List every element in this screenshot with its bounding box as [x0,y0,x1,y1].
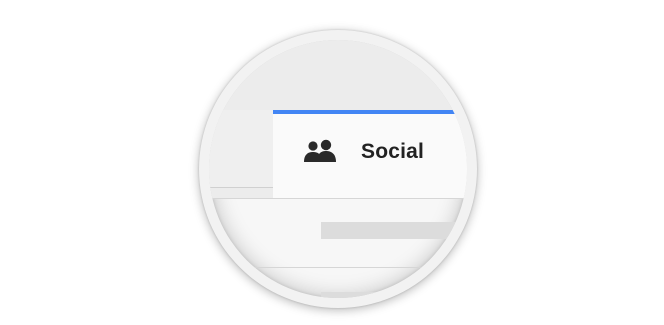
tab-social-label: Social [361,140,425,163]
list-item-placeholder [321,292,467,298]
screenshot-canvas: Social [0,0,664,325]
list-item-placeholder [321,222,467,239]
people-icon [304,139,336,162]
magnifier-ring: Social [199,30,477,308]
tab-primary[interactable] [209,110,274,188]
tab-social[interactable]: Social [273,110,467,198]
tab-bar: Social [209,40,467,199]
list-divider [209,267,467,268]
magnifier-lens: Social [209,40,467,298]
